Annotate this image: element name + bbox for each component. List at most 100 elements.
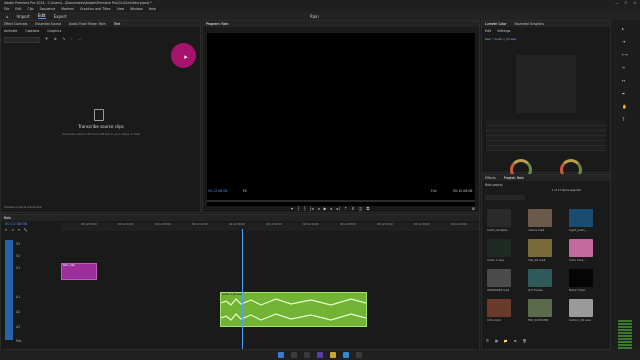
- project-item-thumb[interactable]: [487, 239, 511, 257]
- tab-essential-sound[interactable]: Essential Sound: [35, 22, 60, 26]
- task-view-icon[interactable]: [304, 352, 310, 358]
- project-item-thumb[interactable]: [487, 209, 511, 227]
- tab-audio-mixer[interactable]: Audio Track Mixer: Rain: [69, 22, 106, 26]
- close-icon[interactable]: ✕: [633, 1, 636, 5]
- add-button-icon[interactable]: ⊞: [472, 206, 475, 211]
- subtab-captions[interactable]: Captions: [25, 29, 39, 33]
- time-ruler[interactable]: 00:12:00:00 00:12:04:00 00:12:08:00 00:1…: [61, 223, 479, 231]
- tab-program[interactable]: Program: Rain: [206, 22, 229, 26]
- project-search-input[interactable]: [485, 195, 525, 200]
- menu-window[interactable]: Window: [130, 7, 143, 11]
- project-item-thumb[interactable]: [569, 269, 593, 287]
- lift-icon[interactable]: ⇡: [344, 206, 347, 211]
- subtab-settings[interactable]: Settings: [497, 29, 510, 33]
- maximize-icon[interactable]: ☐: [624, 1, 627, 5]
- project-item-thumb[interactable]: [569, 299, 593, 317]
- filter-icon[interactable]: ⧩: [45, 37, 48, 41]
- workspace-tab-import[interactable]: Import: [17, 14, 30, 19]
- go-to-out-icon[interactable]: ▸|: [337, 206, 340, 211]
- tab-text[interactable]: Text: [114, 22, 120, 26]
- menu-file[interactable]: File: [4, 7, 9, 11]
- track-targeting-column[interactable]: [5, 240, 13, 340]
- curve-area[interactable]: [516, 55, 576, 113]
- slip-tool-icon[interactable]: ↔: [622, 78, 628, 83]
- split-icon[interactable]: ⫶: [71, 37, 72, 41]
- project-item-thumb[interactable]: [528, 239, 552, 257]
- tab-effect-controls[interactable]: Effect Controls: [4, 22, 27, 26]
- project-item-thumb[interactable]: [569, 239, 593, 257]
- ripple-edit-icon[interactable]: ⟷: [622, 52, 628, 57]
- play-icon[interactable]: ▶: [323, 206, 326, 211]
- new-item-icon[interactable]: ⊞: [514, 339, 517, 343]
- tab-sequence[interactable]: Rain: [4, 216, 11, 220]
- extract-icon[interactable]: ⇞: [351, 206, 354, 211]
- home-icon[interactable]: ⌂: [6, 14, 9, 19]
- edit-icon[interactable]: ✎: [63, 37, 66, 41]
- menu-help[interactable]: Help: [149, 7, 156, 11]
- program-scrubber[interactable]: [207, 200, 475, 202]
- lumetri-sliders[interactable]: [486, 121, 606, 151]
- linked-selection-icon[interactable]: ∞: [12, 228, 15, 232]
- project-item-thumb[interactable]: [528, 269, 552, 287]
- project-item-thumb[interactable]: [487, 269, 511, 287]
- menu-clip[interactable]: Clip: [28, 7, 34, 11]
- fit-select[interactable]: Fit: [243, 189, 247, 193]
- tab-essential-graphics[interactable]: Essential Graphics: [515, 22, 544, 26]
- step-back-icon[interactable]: ◂: [317, 206, 319, 211]
- search-input[interactable]: [4, 37, 40, 43]
- track-select-icon[interactable]: ⇥: [622, 39, 628, 44]
- choose-clip-link[interactable]: Choose a clip to transcribe: [4, 205, 41, 209]
- more-icon[interactable]: ⋯: [78, 37, 81, 41]
- selection-tool-icon[interactable]: ▸: [622, 26, 628, 31]
- menu-markers[interactable]: Markers: [61, 7, 74, 11]
- snap-icon[interactable]: ⊓: [5, 228, 8, 232]
- go-to-in-icon[interactable]: |◂: [310, 206, 313, 211]
- subtab-edit[interactable]: Edit: [485, 29, 491, 33]
- project-item-thumb[interactable]: [569, 209, 593, 227]
- subtab-graphics[interactable]: Graphics: [47, 29, 61, 33]
- trash-icon[interactable]: 🗑: [523, 339, 527, 343]
- mark-out-icon[interactable]: }: [304, 206, 307, 211]
- compare-icon[interactable]: ⧉: [366, 206, 369, 211]
- project-item-thumb[interactable]: [487, 299, 511, 317]
- tab-effects[interactable]: Effects: [485, 176, 496, 180]
- project-item-thumb[interactable]: [528, 209, 552, 227]
- menu-graphics[interactable]: Graphics and Titles: [80, 7, 111, 11]
- timeline-timecode[interactable]: 00:12:08:08: [5, 222, 27, 226]
- hand-tool-icon[interactable]: ✋: [622, 104, 628, 109]
- project-item-thumb[interactable]: [528, 299, 552, 317]
- mark-in-icon[interactable]: {: [297, 206, 300, 211]
- playhead[interactable]: [242, 229, 243, 349]
- premiere-icon[interactable]: [317, 352, 323, 358]
- icon-view-icon[interactable]: ▦: [495, 339, 498, 343]
- video-clip[interactable]: Rain_Clip: [61, 263, 97, 280]
- timeline-settings-icon[interactable]: 🔧: [24, 228, 28, 232]
- menu-view[interactable]: View: [117, 7, 125, 11]
- export-frame-icon[interactable]: ◫: [359, 206, 363, 211]
- razor-tool-icon[interactable]: ✂: [622, 65, 628, 70]
- search-icon[interactable]: [291, 352, 297, 358]
- marker-icon[interactable]: ▾: [291, 206, 293, 211]
- workspace-tab-edit[interactable]: Edit: [37, 13, 46, 19]
- new-bin-icon[interactable]: 📁: [504, 339, 508, 343]
- pen-tool-icon[interactable]: ✒: [622, 91, 628, 96]
- resolution-select[interactable]: Full: [431, 189, 436, 193]
- workspace-tab-export[interactable]: Export: [54, 14, 67, 19]
- minimize-icon[interactable]: —: [615, 1, 618, 5]
- tab-project[interactable]: Project: Rain: [504, 176, 524, 180]
- file-explorer-icon[interactable]: [330, 352, 336, 358]
- program-timecode[interactable]: 00:12:08:08: [208, 189, 227, 193]
- menu-edit[interactable]: Edit: [15, 7, 21, 11]
- type-tool-icon[interactable]: T: [622, 117, 628, 122]
- tab-lumetri[interactable]: Lumetri Color: [485, 22, 507, 26]
- program-viewer[interactable]: [207, 33, 475, 206]
- start-icon[interactable]: [278, 352, 284, 358]
- add-marker-icon[interactable]: ▾: [18, 228, 20, 232]
- step-forward-icon[interactable]: ▸: [331, 206, 333, 211]
- settings-app-icon[interactable]: [356, 352, 362, 358]
- menu-sequence[interactable]: Sequence: [40, 7, 56, 11]
- window-controls[interactable]: — ☐ ✕: [615, 1, 636, 5]
- list-view-icon[interactable]: ☰: [486, 339, 489, 343]
- subtab-animate[interactable]: Animate: [4, 29, 17, 33]
- settings-icon[interactable]: ⚙: [54, 37, 57, 41]
